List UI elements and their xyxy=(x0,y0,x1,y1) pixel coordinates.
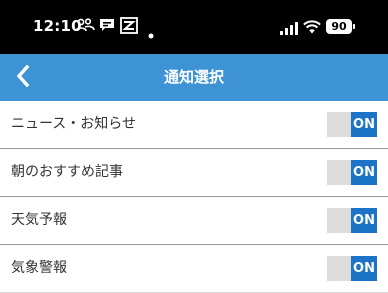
toggle-on-label: ON xyxy=(351,256,377,281)
signal-icon xyxy=(280,20,298,39)
setting-row-weather-warnings: 気象警報 ON xyxy=(0,245,388,293)
people-icon xyxy=(75,17,95,37)
notification-settings-list: ニュース・お知らせ ON 朝のおすすめ記事 ON 天気予報 ON 気象警報 ON xyxy=(0,101,388,293)
setting-label: ニュース・お知らせ xyxy=(11,116,137,132)
setting-row-news: ニュース・お知らせ ON xyxy=(0,101,388,149)
status-bar: 12:10 90 xyxy=(0,0,388,54)
setting-label: 朝のおすすめ記事 xyxy=(11,164,123,180)
toggle-switch-weather-forecast[interactable]: ON xyxy=(327,208,377,233)
battery-icon: 90 xyxy=(326,19,352,34)
message-icon xyxy=(99,17,115,37)
dot-icon xyxy=(148,24,154,43)
toggle-switch-news[interactable]: ON xyxy=(327,112,377,137)
wifi-icon xyxy=(303,19,321,38)
battery-tip xyxy=(353,24,355,29)
setting-row-morning-articles: 朝のおすすめ記事 ON xyxy=(0,149,388,197)
setting-label: 気象警報 xyxy=(11,260,67,276)
setting-row-weather-forecast: 天気予報 ON xyxy=(0,197,388,245)
toggle-switch-morning-articles[interactable]: ON xyxy=(327,160,377,185)
toggle-switch-weather-warnings[interactable]: ON xyxy=(327,256,377,281)
back-button[interactable] xyxy=(6,58,40,98)
nav-bar: 通知選択 xyxy=(0,54,388,101)
setting-label: 天気予報 xyxy=(11,212,67,228)
chevron-left-icon xyxy=(16,64,30,91)
app-icon xyxy=(120,17,138,38)
toggle-on-label: ON xyxy=(351,208,377,233)
page-title: 通知選択 xyxy=(163,68,224,86)
toggle-on-label: ON xyxy=(351,160,377,185)
toggle-on-label: ON xyxy=(351,112,377,137)
